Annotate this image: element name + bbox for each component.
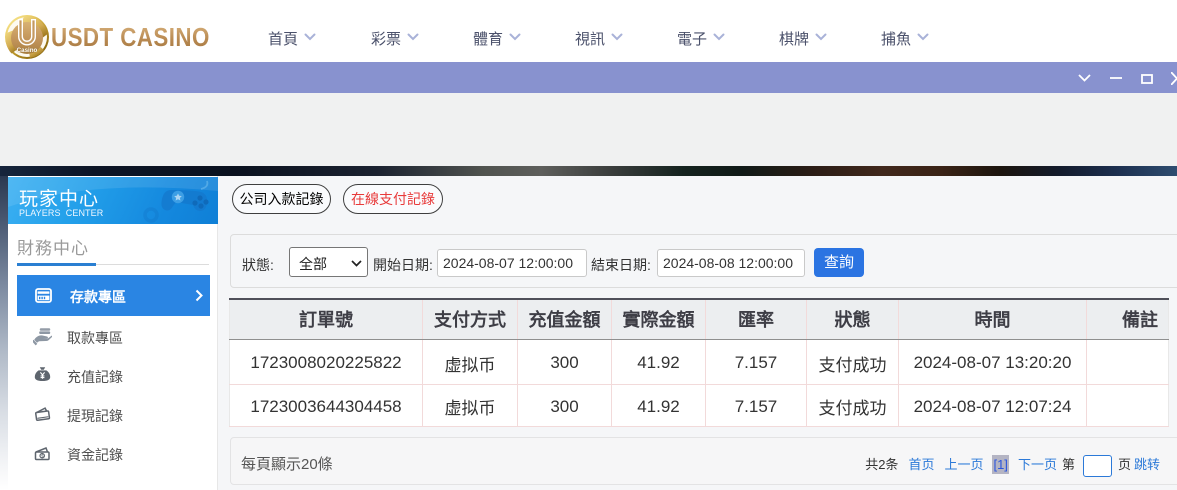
svg-text:Casino: Casino: [17, 47, 38, 54]
